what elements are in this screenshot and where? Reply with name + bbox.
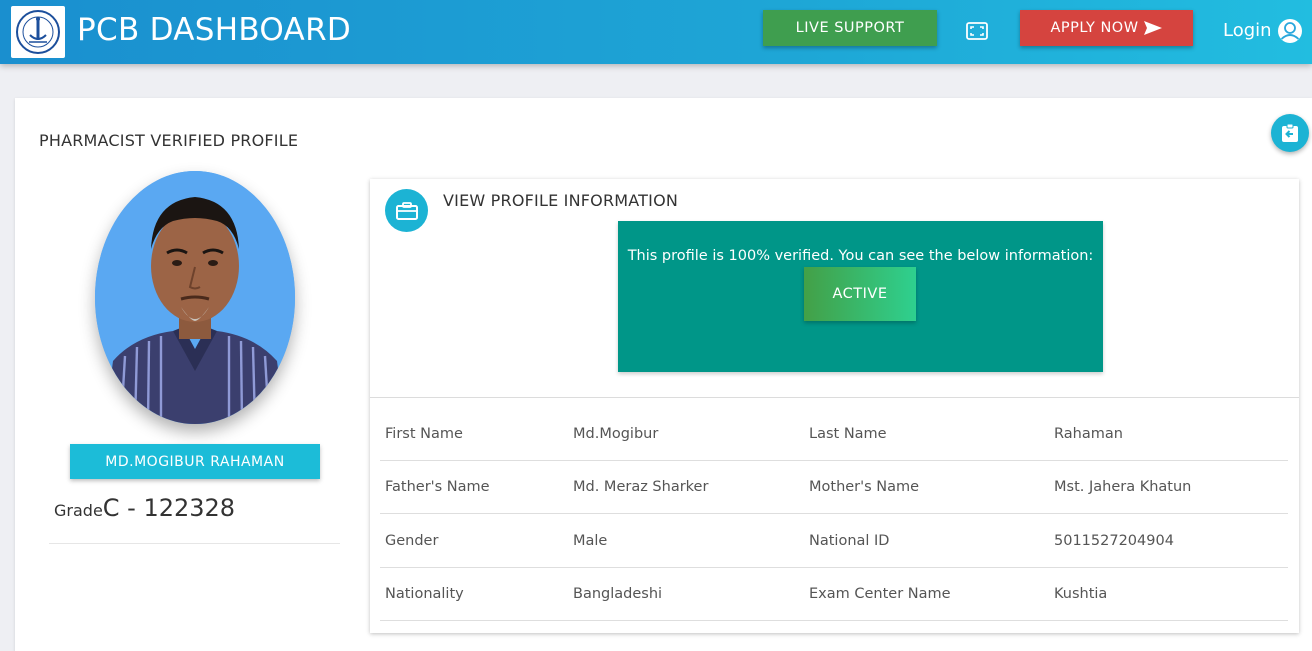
user-icon[interactable] [1277,18,1303,44]
field-value: Male [573,533,608,549]
pharmacist-name-button[interactable]: MD.MOGIBUR RAHAMAN [70,444,320,479]
field-value: Md. Meraz Sharker [573,479,709,495]
briefcase-glyph [395,201,418,220]
info-section-title: VIEW PROFILE INFORMATION [443,191,679,210]
field-label: Mother's Name [809,479,920,495]
info-separator [370,397,1299,398]
field-label: National ID [809,533,890,549]
back-floating-button[interactable] [1271,114,1309,152]
field-label: Nationality [385,586,464,602]
apply-now-label: APPLY NOW [1050,20,1139,36]
verification-message: This profile is 100% verified. You can s… [627,248,1094,264]
clipboard-back-icon [1282,123,1298,142]
field-label: First Name [385,426,463,442]
status-active-badge[interactable]: ACTIVE [804,267,916,321]
grade-value: C - 122328 [102,494,236,522]
field-label: Exam Center Name [809,586,951,602]
field-value: Kushtia [1054,586,1108,602]
profile-photo-illustration [95,171,295,424]
login-link[interactable]: Login [1223,20,1272,41]
logo-emblem-icon [16,10,60,54]
live-support-button[interactable]: LIVE SUPPORT [763,10,937,46]
fullscreen-icon[interactable] [966,22,988,40]
briefcase-icon [385,189,428,232]
send-icon [1143,21,1162,35]
dashboard-brand-title[interactable]: PCB DASHBOARD [77,12,351,48]
field-value: Rahaman [1054,426,1123,442]
table-row: First Name Md.Mogibur Last Name Rahaman [380,408,1288,461]
field-value: Mst. Jahera Khatun [1054,479,1192,495]
table-row: Father's Name Md. Meraz Sharker Mother's… [380,461,1288,514]
field-value: 5011527204904 [1054,533,1174,549]
field-label: Last Name [809,426,887,442]
grade-label: Grade [54,501,103,520]
field-label: Gender [385,533,439,549]
field-value: Md.Mogibur [573,426,659,442]
grade-display: GradeC - 122328 [54,494,235,522]
top-navbar: PCB DASHBOARD LIVE SUPPORT APPLY NOW Log… [0,0,1312,64]
council-seal-logo[interactable] [11,6,65,58]
left-divider [49,543,340,544]
profile-photo [95,171,295,424]
field-value: Bangladeshi [573,586,663,602]
field-label: Father's Name [385,479,490,495]
apply-now-button[interactable]: APPLY NOW [1020,10,1193,46]
page-title: PHARMACIST VERIFIED PROFILE [39,131,299,150]
table-row: Nationality Bangladeshi Exam Center Name… [380,568,1288,621]
table-row: Gender Male National ID 5011527204904 [380,515,1288,568]
